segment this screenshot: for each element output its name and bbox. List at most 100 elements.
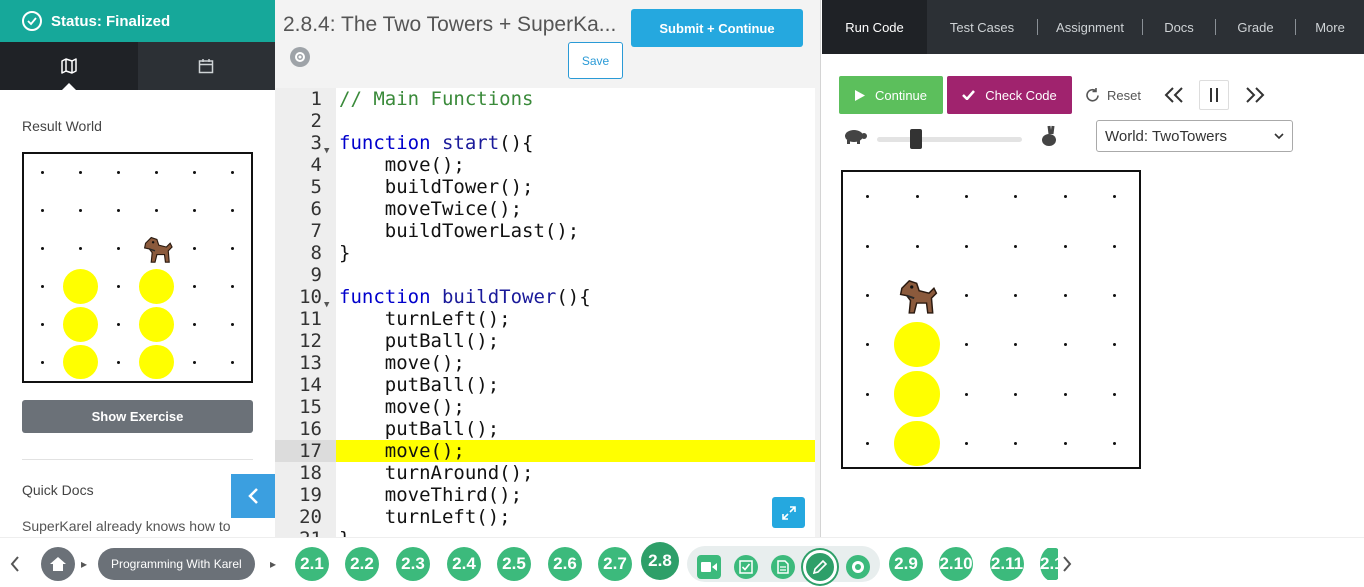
code-line[interactable]: 18 turnAround(); (275, 462, 815, 484)
lesson-circle[interactable]: 2.9 (889, 547, 923, 581)
code-line[interactable]: 13 move(); (275, 352, 815, 374)
challenge-item[interactable] (846, 555, 870, 579)
code-line[interactable]: 5 buildTower(); (275, 176, 815, 198)
show-exercise-button[interactable]: Show Exercise (22, 400, 253, 433)
karel-dog-icon (892, 271, 941, 325)
lesson-circle[interactable]: 2.11 (990, 547, 1024, 581)
scroll-right-button[interactable] (1062, 548, 1072, 580)
grid-dot (1014, 392, 1018, 396)
breadcrumb-separator: ▸ (270, 557, 277, 571)
grid-dot (915, 195, 919, 199)
tab-docs[interactable]: Docs (1143, 0, 1215, 54)
reset-button[interactable]: Reset (1084, 82, 1141, 108)
lesson-circle[interactable]: 2.3 (396, 547, 430, 581)
code-line[interactable]: 1 // Main Functions (275, 88, 815, 110)
submit-continue-button[interactable]: Submit + Continue (631, 9, 803, 47)
check-code-button[interactable]: Check Code (947, 76, 1072, 114)
breadcrumb-course[interactable]: Programming With Karel (98, 548, 255, 580)
collapse-sidebar-button[interactable] (231, 474, 275, 518)
lesson-circle[interactable]: 2.4 (447, 547, 481, 581)
tab-more[interactable]: More (1296, 0, 1364, 54)
tab-test-cases[interactable]: Test Cases (927, 0, 1037, 54)
chevron-down-icon (1274, 132, 1284, 139)
code-line[interactable]: 15 move(); (275, 396, 815, 418)
code-line[interactable]: 20 turnLeft(); (275, 506, 815, 528)
grid-dot (41, 209, 45, 213)
turtle-icon (845, 130, 867, 144)
code-line[interactable]: 11 turnLeft(); (275, 308, 815, 330)
lesson-number: 2.1 (295, 547, 329, 581)
speed-slider-thumb[interactable] (910, 129, 923, 149)
lesson-circle[interactable]: 2.1 (295, 547, 329, 581)
pause-button[interactable] (1199, 80, 1229, 110)
save-button[interactable]: Save (568, 42, 623, 79)
grid-dot (1063, 244, 1067, 248)
code-line[interactable]: 12 putBall(); (275, 330, 815, 352)
lesson-circle[interactable]: 2.2 (345, 547, 379, 581)
code-line[interactable]: 17 move(); (275, 440, 815, 462)
notes-item[interactable] (771, 555, 795, 579)
lesson-circle[interactable]: 2.6 (548, 547, 582, 581)
code-line[interactable]: 19 moveThird(); (275, 484, 815, 506)
code-line[interactable]: 7 buildTowerLast(); (275, 220, 815, 242)
tennis-ball (63, 344, 99, 380)
lesson-circle[interactable]: 2.1 (1040, 548, 1058, 580)
code-text: function buildTower(){ (339, 286, 591, 308)
tab-run-code[interactable]: Run Code (822, 0, 927, 54)
code-line[interactable]: 2 (275, 110, 815, 132)
step-back-button[interactable] (1159, 80, 1189, 110)
grid-dot (1014, 195, 1018, 199)
home-button[interactable] (41, 547, 75, 581)
result-world-label: Result World (22, 118, 102, 134)
settings-gear-icon[interactable] (290, 47, 310, 67)
code-line[interactable]: 9 (275, 264, 815, 286)
world-select[interactable]: World: TwoTowers (1096, 120, 1293, 152)
line-number: 16 (299, 418, 322, 440)
map-icon (61, 58, 77, 74)
scroll-left-button[interactable] (10, 548, 20, 580)
lesson-circle[interactable]: 2.5 (497, 547, 531, 581)
code-line[interactable]: 16 putBall(); (275, 418, 815, 440)
code-line[interactable]: 10 ▼ function buildTower(){ (275, 286, 815, 310)
code-text: move(); (339, 352, 465, 374)
current-lesson-circle[interactable]: 2.8 (641, 542, 679, 580)
tab-grade[interactable]: Grade (1216, 0, 1295, 54)
grid-dot (1112, 195, 1116, 199)
step-forward-button[interactable] (1240, 80, 1270, 110)
code-line[interactable]: 4 move(); (275, 154, 815, 176)
grid-dot (1112, 293, 1116, 297)
speed-slider[interactable] (877, 129, 1022, 149)
code-line[interactable]: 14 putBall(); (275, 374, 815, 396)
code-line[interactable]: 8} (275, 242, 815, 264)
tab-map[interactable] (0, 42, 138, 90)
lesson-number: 2.5 (497, 547, 531, 581)
app-root: Status: Finalized Result World Show Exer… (0, 0, 1364, 587)
home-icon (50, 557, 66, 571)
divider (22, 459, 253, 460)
line-number: 21 (275, 528, 336, 537)
lesson-number: 2.9 (889, 547, 923, 581)
line-number: 2 (310, 110, 322, 132)
code-line[interactable]: 3 ▼ function start(){ (275, 132, 815, 156)
code-editor[interactable]: 1 // Main Functions 2 3 ▼ function start(){4 … (275, 88, 815, 537)
code-line[interactable]: 6 moveTwice(); (275, 198, 815, 220)
continue-button[interactable]: Continue (839, 76, 943, 114)
grid-dot (964, 195, 968, 199)
video-item[interactable] (697, 555, 721, 579)
quiz-item[interactable] (734, 555, 758, 579)
fullscreen-button[interactable] (772, 497, 805, 528)
tab-assignment[interactable]: Assignment (1038, 0, 1142, 54)
line-number: 5 (310, 176, 322, 198)
current-exercise-item[interactable] (803, 550, 837, 584)
lesson-circle[interactable]: 2.10 (939, 547, 973, 581)
grid-dot (79, 209, 83, 213)
double-chevron-right-icon (1246, 87, 1265, 103)
tab-calendar[interactable] (137, 42, 275, 90)
grid-dot (41, 284, 45, 288)
code-line[interactable]: 21} (275, 528, 815, 537)
line-number: 19 (299, 484, 322, 506)
breadcrumb-separator: ▸ (81, 557, 88, 571)
grid-dot (230, 209, 234, 213)
line-number: 18 (299, 462, 322, 484)
lesson-circle[interactable]: 2.7 (598, 547, 632, 581)
